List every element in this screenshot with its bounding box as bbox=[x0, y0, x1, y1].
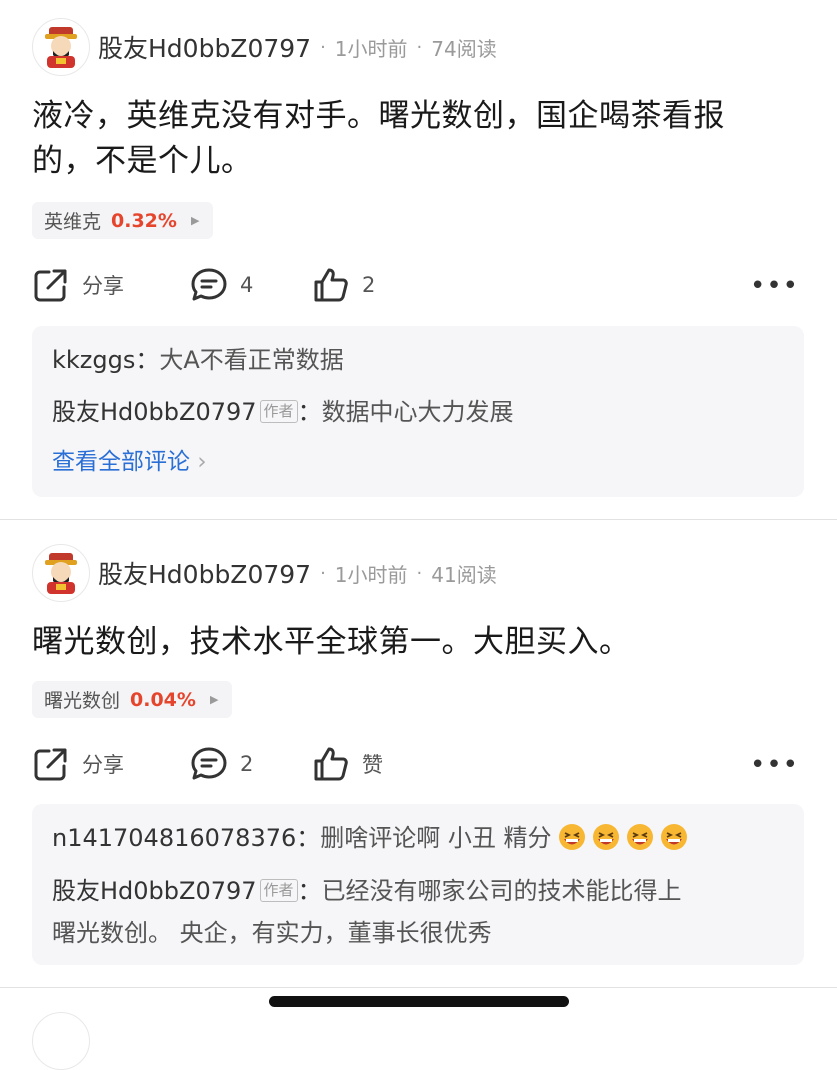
like-label: 赞 bbox=[362, 753, 383, 777]
username[interactable]: 股友Hd0bbZ0797 bbox=[98, 555, 311, 591]
share-button[interactable]: 分享 bbox=[32, 744, 124, 784]
post-content[interactable]: 液冷，英维克没有对手。曙光数创，国企喝茶看报 的，不是个儿。 bbox=[32, 94, 797, 184]
comment-user[interactable]: 股友Hd0bbZ0797 bbox=[52, 398, 257, 426]
username[interactable]: 股友Hd0bbZ0797 bbox=[98, 29, 311, 65]
laughing-emoji-icon bbox=[592, 824, 619, 850]
post-time: 1小时前 bbox=[334, 36, 408, 61]
action-bar: 分享 2 赞 ••• bbox=[32, 744, 805, 784]
share-button[interactable]: 分享 bbox=[32, 265, 124, 305]
stock-tag[interactable]: 曙光数创 0.04% ▶ bbox=[32, 681, 233, 718]
comment-item: kkzggs：大A不看正常数据 bbox=[52, 346, 344, 374]
comment-user[interactable]: 股友Hd0bbZ0797 bbox=[52, 877, 257, 905]
divider bbox=[0, 519, 837, 520]
view-all-comments-link[interactable]: 查看全部评论 › bbox=[52, 438, 784, 486]
fortune-god-avatar-icon bbox=[45, 27, 77, 68]
more-icon[interactable]: ••• bbox=[750, 271, 799, 301]
comment-text: 已经没有哪家公司的技术能比得上 bbox=[321, 877, 682, 905]
comment-item: 股友Hd0bbZ0797 作者 ：已经没有哪家公司的技术能比得上 曙光数创。 央企，… bbox=[52, 877, 682, 947]
comment-icon bbox=[191, 268, 227, 301]
post-time: 1小时前 bbox=[334, 562, 408, 587]
stock-change: 0.04% bbox=[130, 688, 196, 711]
author-badge: 作者 bbox=[259, 879, 298, 902]
like-icon bbox=[314, 268, 348, 302]
stock-change: 0.32% bbox=[111, 209, 177, 232]
comment-text-continued: 曙光数创。 央企，有实力，董事长很优秀 bbox=[52, 919, 492, 947]
triangle-right-icon: ▶ bbox=[209, 693, 219, 706]
avatar[interactable] bbox=[32, 1012, 90, 1070]
comment-item: n141704816078376：删啥评论啊 小丑 精分 bbox=[52, 812, 784, 864]
like-count: 2 bbox=[362, 273, 376, 297]
more-icon[interactable]: ••• bbox=[750, 750, 799, 780]
like-button[interactable]: 2 bbox=[312, 265, 375, 305]
share-label: 分享 bbox=[82, 753, 124, 777]
avatar[interactable] bbox=[32, 544, 90, 602]
post-header: 股友Hd0bbZ0797 · 1小时前 · 74阅读 bbox=[32, 18, 497, 76]
laughing-emoji-icon bbox=[558, 824, 585, 850]
stock-name: 英维克 bbox=[44, 211, 102, 233]
post-header: 股友Hd0bbZ0797 · 1小时前 · 41阅读 bbox=[32, 544, 497, 602]
divider bbox=[0, 987, 837, 988]
share-icon bbox=[34, 748, 67, 781]
laughing-emoji-icon bbox=[660, 824, 687, 850]
stock-name: 曙光数创 bbox=[44, 690, 121, 712]
comment-button[interactable]: 2 bbox=[190, 744, 253, 784]
action-bar: 分享 4 2 ••• bbox=[32, 265, 805, 305]
chevron-right-icon: › bbox=[197, 449, 207, 475]
comment-text: 数据中心大力发展 bbox=[321, 398, 514, 426]
fortune-god-avatar-icon bbox=[45, 553, 77, 594]
stock-tag[interactable]: 英维克 0.32% ▶ bbox=[32, 202, 214, 239]
comment-item: 股友Hd0bbZ0797 作者 ：数据中心大力发展 bbox=[52, 398, 514, 426]
share-label: 分享 bbox=[82, 274, 124, 298]
author-badge: 作者 bbox=[259, 400, 298, 423]
read-count: 74阅读 bbox=[431, 36, 497, 61]
post-content[interactable]: 曙光数创，技术水平全球第一。大胆买入。 bbox=[32, 620, 797, 665]
laughing-emoji-icon bbox=[626, 824, 653, 850]
comment-count: 4 bbox=[240, 273, 254, 297]
comment-user[interactable]: n141704816078376 bbox=[52, 824, 296, 852]
comment-text: 删啥评论啊 小丑 精分 bbox=[320, 824, 552, 852]
triangle-right-icon: ▶ bbox=[190, 214, 200, 227]
comment-button[interactable]: 4 bbox=[190, 265, 253, 305]
home-indicator[interactable] bbox=[269, 996, 569, 1007]
comment-text: 大A不看正常数据 bbox=[159, 346, 344, 374]
comment-preview[interactable]: kkzggs：大A不看正常数据 股友Hd0bbZ0797 作者 ：数据中心大力发展 … bbox=[32, 326, 804, 497]
read-count: 41阅读 bbox=[431, 562, 497, 587]
like-icon bbox=[314, 747, 348, 781]
comment-user[interactable]: kkzggs bbox=[52, 346, 135, 374]
share-icon bbox=[34, 269, 67, 302]
like-button[interactable]: 赞 bbox=[312, 744, 383, 784]
comment-icon bbox=[191, 747, 227, 780]
comment-count: 2 bbox=[240, 752, 254, 776]
comment-preview[interactable]: n141704816078376：删啥评论啊 小丑 精分 股友Hd0bbZ079… bbox=[32, 804, 804, 965]
avatar[interactable] bbox=[32, 18, 90, 76]
